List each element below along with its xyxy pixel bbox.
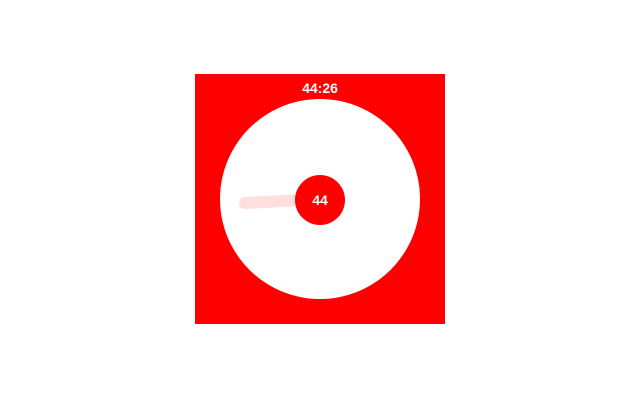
timer-panel: 44:26 44 (195, 74, 445, 324)
minutes-label: 44 (312, 192, 328, 208)
